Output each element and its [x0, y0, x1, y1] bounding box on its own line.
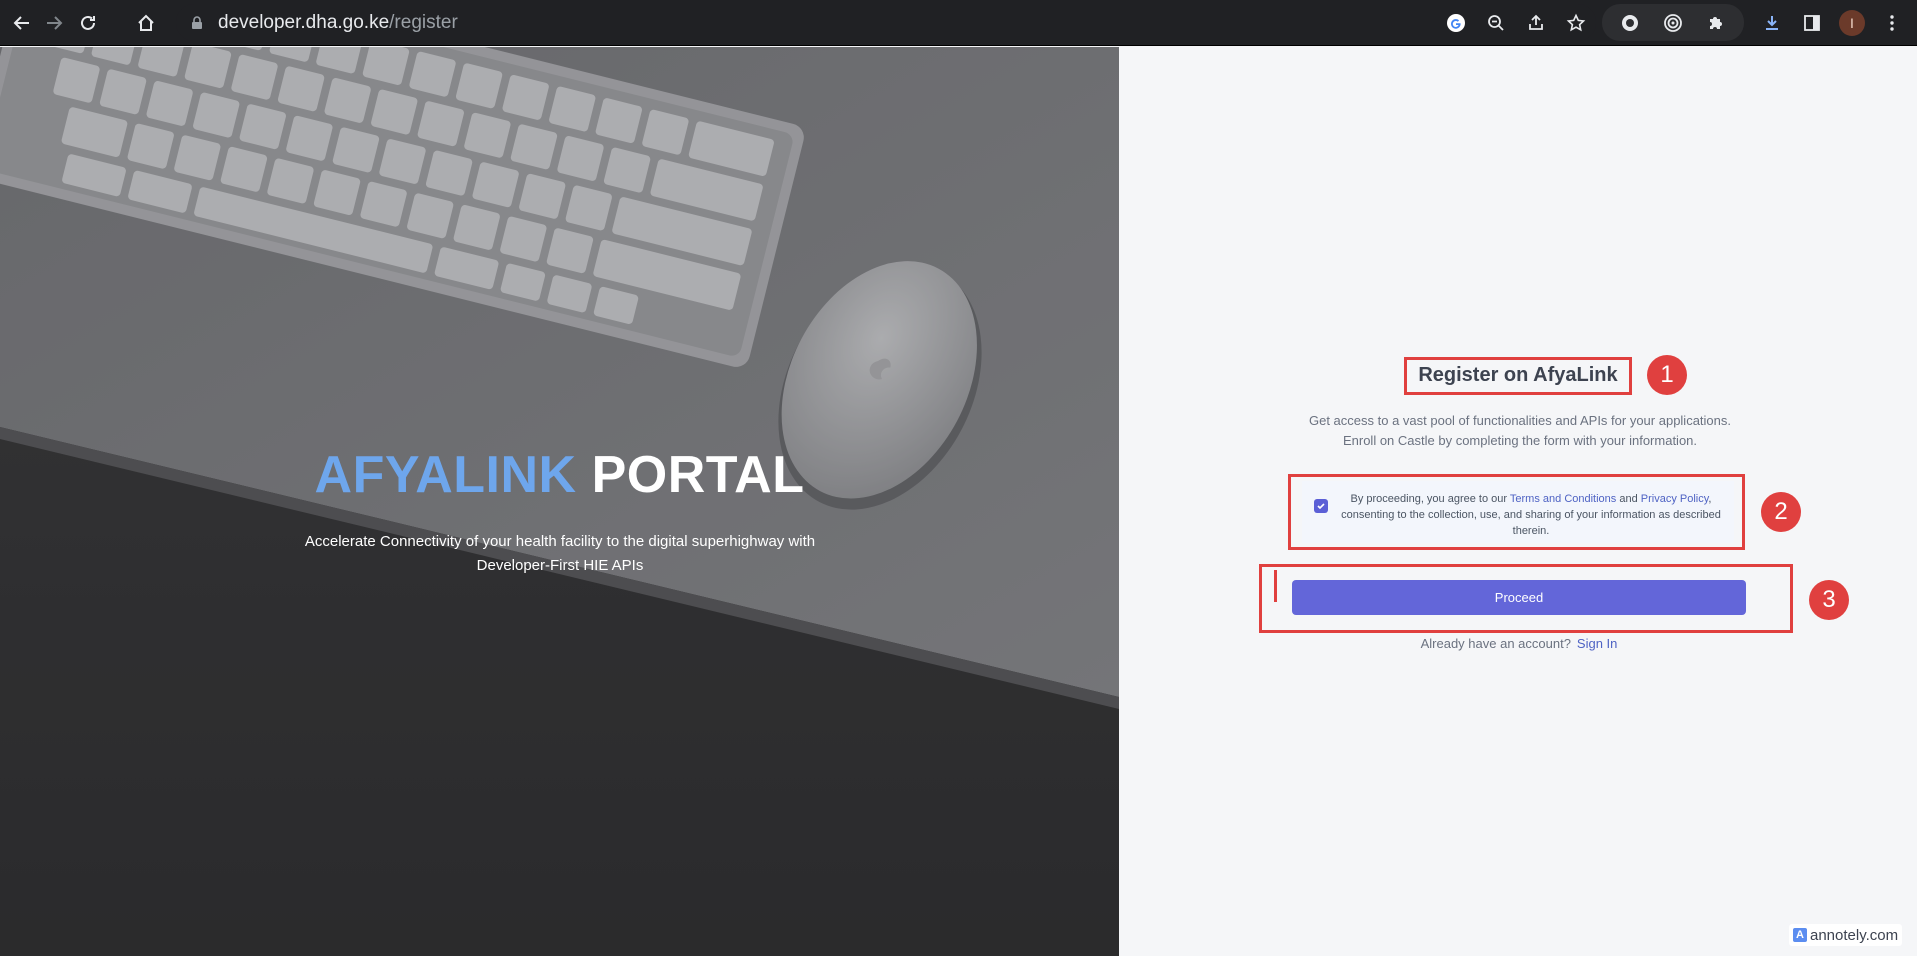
extensions-menu-button[interactable] — [1696, 4, 1736, 41]
form-description-line-2: Enroll on Castle by completing the form … — [1342, 433, 1698, 448]
annotation-box-1 — [1404, 357, 1632, 395]
globe-extension-icon — [1621, 14, 1638, 31]
extension-2-button[interactable] — [1653, 4, 1693, 41]
annotation-box-2 — [1288, 474, 1745, 550]
side-panel-button[interactable] — [1792, 4, 1832, 41]
extension-1-button[interactable] — [1610, 4, 1650, 41]
bookmark-button[interactable] — [1556, 4, 1596, 41]
zoom-out-icon — [1488, 14, 1504, 31]
hero-title-accent: AFYALINK — [314, 446, 577, 504]
home-icon — [138, 14, 154, 31]
reload-button[interactable] — [72, 7, 104, 39]
share-icon — [1529, 14, 1543, 30]
kebab-menu-icon — [1890, 14, 1894, 31]
browser-toolbar: developer.dha.go.ke/register I — [0, 0, 1917, 46]
url-path: /register — [389, 11, 458, 33]
form-description: Get access to a vast pool of functionali… — [1260, 411, 1780, 451]
lock-icon[interactable] — [190, 15, 204, 30]
address-bar[interactable]: developer.dha.go.ke/register — [176, 4, 1596, 41]
target-extension-icon — [1664, 13, 1682, 32]
form-description-line-1: Get access to a vast pool of functionali… — [1308, 413, 1731, 428]
signin-link[interactable]: Sign In — [1577, 636, 1617, 651]
hero-title: AFYALINK PORTAL — [0, 445, 1119, 505]
share-button[interactable] — [1516, 4, 1556, 41]
annotation-box-3 — [1259, 564, 1793, 633]
hero-subtitle: Accelerate Connectivity of your health f… — [304, 533, 816, 574]
url-host: developer.dha.go.ke — [218, 11, 390, 33]
download-icon — [1766, 15, 1778, 30]
google-lens-button[interactable] — [1436, 4, 1476, 41]
side-panel-icon — [1804, 14, 1820, 31]
watermark-text: annotely.com — [1810, 926, 1899, 944]
annotation-badge-2: 2 — [1761, 492, 1801, 532]
puzzle-icon — [1710, 16, 1723, 29]
annotely-logo-icon: A — [1793, 928, 1807, 942]
avatar: I — [1839, 9, 1865, 36]
watermark: A annotely.com — [1789, 924, 1903, 946]
profile-button[interactable]: I — [1832, 4, 1872, 41]
star-icon — [1566, 13, 1586, 31]
google-icon — [1447, 13, 1465, 32]
arrow-right-icon — [47, 16, 63, 30]
downloads-button[interactable] — [1752, 4, 1792, 41]
home-button[interactable] — [130, 7, 162, 39]
back-button[interactable] — [6, 7, 38, 39]
reload-icon — [81, 15, 95, 30]
annotation-badge-3: 3 — [1809, 580, 1849, 620]
extensions-group — [1602, 4, 1744, 41]
text-cursor-mark — [1274, 570, 1277, 602]
toolbar-right: I — [1752, 4, 1912, 41]
zoom-button[interactable] — [1476, 4, 1516, 41]
signin-prompt: Already have an account? — [1420, 636, 1571, 651]
hero-panel: AFYALINK PORTAL Accelerate Connectivity … — [0, 47, 1119, 956]
hero-title-main: PORTAL — [576, 446, 805, 504]
forward-button[interactable] — [38, 7, 70, 39]
arrow-left-icon — [13, 16, 29, 30]
signin-row: Already have an account? Sign In — [1300, 636, 1738, 651]
annotation-badge-1: 1 — [1647, 355, 1687, 395]
browser-menu-button[interactable] — [1872, 4, 1912, 41]
